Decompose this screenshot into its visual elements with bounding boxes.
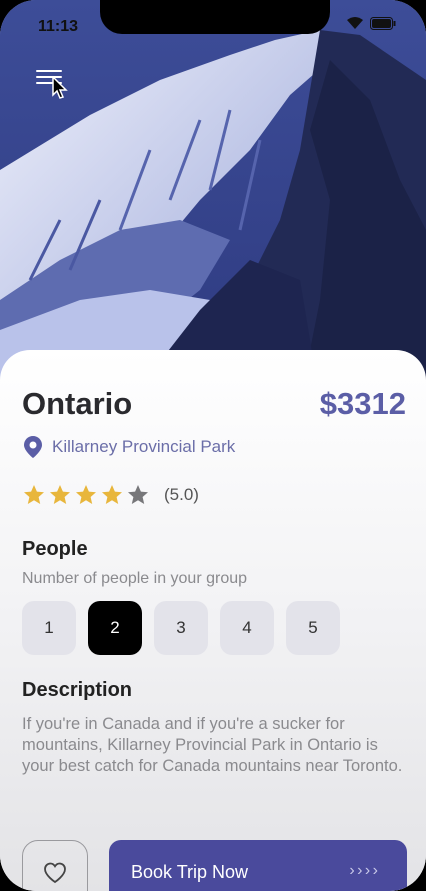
star-icon	[128, 485, 148, 504]
mouse-cursor-icon	[52, 76, 68, 99]
people-title: People	[22, 538, 88, 560]
star-icon	[102, 485, 122, 504]
status-time: 11:13	[38, 18, 79, 35]
device-notch	[100, 0, 330, 34]
status-icons	[346, 16, 396, 30]
location-pin-icon	[24, 436, 42, 458]
people-option-3[interactable]: 3	[154, 601, 208, 655]
people-selector: 1 2 3 4 5	[22, 601, 340, 655]
chevrons-right-icon: › › › ›	[349, 862, 378, 879]
star-icon	[76, 485, 96, 504]
book-trip-label: Book Trip Now	[131, 862, 249, 882]
people-option-5[interactable]: 5	[286, 601, 340, 655]
trip-location[interactable]: Killarney Provincial Park	[24, 436, 235, 458]
trip-rating: (5.0)	[22, 483, 199, 507]
book-trip-button[interactable]: Book Trip Now › › › ›	[109, 840, 407, 891]
hero-mountain-image	[0, 0, 426, 400]
people-option-4[interactable]: 4	[220, 601, 274, 655]
star-icon	[50, 485, 70, 504]
rating-value: (5.0)	[164, 485, 199, 504]
wifi-icon	[347, 17, 363, 29]
favorite-button[interactable]	[22, 840, 88, 891]
phone-screen: 11:13 Ontario $3312 Killarney Provincial…	[0, 0, 426, 891]
battery-icon	[370, 16, 396, 30]
location-label: Killarney Provincial Park	[52, 437, 236, 456]
description-text: If you're in Canada and if you're a suck…	[22, 715, 403, 775]
people-option-2[interactable]: 2	[88, 601, 142, 655]
people-subtitle: Number of people in your group	[22, 570, 248, 587]
heart-icon	[44, 862, 66, 884]
trip-price: $3312	[319, 386, 406, 421]
people-option-1[interactable]: 1	[22, 601, 76, 655]
star-icon	[24, 485, 44, 504]
trip-title: Ontario	[22, 386, 133, 421]
description-title: Description	[22, 679, 133, 701]
